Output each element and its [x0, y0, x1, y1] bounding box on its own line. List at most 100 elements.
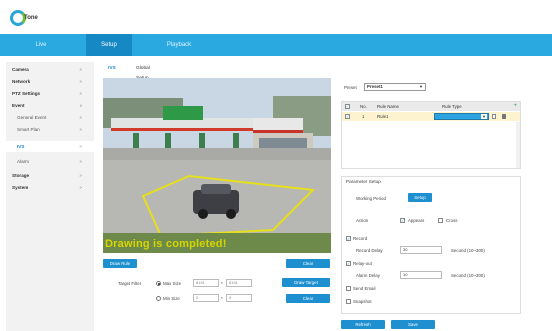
cross-label: Cross — [446, 218, 458, 223]
record-delay-label: Record Delay — [356, 248, 383, 253]
chevron-right-icon: > — [79, 144, 82, 149]
relay-out-label: Relay-out — [353, 261, 372, 266]
logo: Tone — [10, 8, 46, 28]
sidebar-item-system[interactable]: System > — [6, 182, 94, 193]
alarm-delay-unit: Second (10~300) — [451, 273, 485, 278]
min-width-input[interactable]: 0 — [193, 294, 219, 302]
snapshot-checkbox[interactable] — [346, 299, 351, 304]
header: Tone — [0, 0, 552, 34]
col-no: No. — [360, 104, 367, 109]
send-email-label: Send Email — [353, 286, 376, 291]
sidebar-item-ivs[interactable]: IVS > — [6, 141, 94, 152]
min-size-label: Min Size — [163, 296, 180, 301]
sidebar-item-label: Storage — [12, 173, 30, 178]
chevron-down-icon: ▼ — [419, 84, 423, 89]
delete-rule-icon[interactable] — [502, 114, 506, 119]
working-period-label: Working Period — [356, 196, 386, 201]
refresh-button[interactable]: Refresh — [341, 320, 385, 329]
max-size-label: Max Size — [163, 281, 182, 286]
sidebar-item-label: Network — [12, 79, 31, 84]
select-all-checkbox[interactable]: ✓ — [345, 104, 350, 109]
sidebar-item-label: System — [12, 185, 29, 190]
draw-target-button[interactable]: Draw Target — [282, 278, 330, 287]
rule-enable-checkbox[interactable]: ✓ — [345, 114, 350, 119]
size-separator: * — [221, 281, 223, 286]
preset-value: Preset1 — [367, 84, 383, 89]
sidebar-item-storage[interactable]: Storage > — [6, 170, 94, 181]
rule-table: ✓ No. Rule Name Rule Type + ✓ 1 Rule1 ▼ — [341, 101, 521, 169]
rule-name: Rule1 — [377, 114, 389, 119]
table-row[interactable]: ✓ 1 Rule1 — [342, 112, 520, 121]
snapshot-label: Snapshot — [353, 299, 372, 304]
sidebar-item-label: Smart Plan — [17, 127, 40, 132]
chevron-right-icon: > — [79, 185, 82, 190]
clear-rule-button[interactable]: Clear — [286, 259, 330, 268]
sidebar-item-general-event[interactable]: General Event > — [6, 112, 94, 123]
rule-table-header: ✓ No. Rule Name Rule Type + — [342, 102, 520, 111]
max-size-radio[interactable] — [156, 281, 161, 286]
period-setup-button[interactable]: Setup — [408, 193, 432, 202]
sidebar-item-network[interactable]: Network > — [6, 76, 94, 87]
tab-global-setup[interactable]: Global Setup — [136, 64, 150, 81]
rule-no: 1 — [362, 114, 365, 119]
col-rule-type: Rule Type — [442, 104, 462, 109]
sidebar: Camera > Network > PTZ Settings > Event v Ge… — [6, 62, 94, 331]
chevron-right-icon: > — [79, 67, 82, 72]
sidebar-item-alarm[interactable]: Alarm > — [6, 156, 94, 167]
min-height-input[interactable]: 0 — [226, 294, 252, 302]
rule-type-select[interactable]: ▼ — [434, 113, 489, 120]
sidebar-item-ptz-settings[interactable]: PTZ Settings > — [6, 88, 94, 99]
tab-playback[interactable]: Playback — [156, 34, 202, 56]
appears-checkbox[interactable]: ✓ — [400, 218, 405, 223]
sidebar-item-label: Camera — [12, 67, 29, 72]
preset-select[interactable]: Preset1 ▼ — [364, 83, 426, 91]
action-label: Action — [356, 218, 369, 223]
col-rule-name: Rule Name — [377, 104, 399, 109]
chevron-down-icon: v — [79, 103, 82, 108]
target-filter-label: Target Filter — [118, 281, 142, 286]
top-nav: Live Setup Playback — [0, 34, 552, 56]
min-size-radio[interactable] — [156, 296, 161, 301]
draw-rule-button[interactable]: Draw Rule — [103, 259, 137, 268]
record-checkbox[interactable]: ✓ — [346, 236, 351, 241]
video-preview[interactable]: Drawing is completed! — [103, 78, 331, 253]
chevron-right-icon: > — [79, 173, 82, 178]
sidebar-item-label: PTZ Settings — [12, 91, 41, 96]
chevron-down-icon: ▼ — [481, 114, 487, 119]
chevron-right-icon: > — [79, 91, 82, 96]
preset-label: Preset — [344, 85, 357, 90]
tab-live[interactable]: Live — [20, 34, 62, 56]
alarm-delay-input[interactable]: 10 — [400, 271, 442, 279]
relay-out-checkbox[interactable]: ✓ — [346, 261, 351, 266]
save-button[interactable]: Save — [391, 320, 435, 329]
drawing-status-overlay: Drawing is completed! — [105, 238, 227, 250]
appears-label: Appears — [408, 218, 425, 223]
chevron-right-icon: > — [79, 127, 82, 132]
chevron-right-icon: > — [79, 159, 82, 164]
sidebar-item-camera[interactable]: Camera > — [6, 64, 94, 75]
max-width-input[interactable]: 8191 — [193, 279, 219, 287]
max-height-input[interactable]: 8191 — [226, 279, 252, 287]
logo-text: Tone — [24, 15, 38, 21]
edit-rule-icon[interactable] — [492, 114, 496, 119]
sidebar-item-event[interactable]: Event v — [6, 100, 94, 111]
sidebar-item-label: General Event — [17, 115, 47, 120]
sidebar-item-label: IVS — [17, 144, 25, 149]
sidebar-item-label: Alarm — [17, 159, 29, 164]
table-scrollbar[interactable] — [516, 122, 520, 168]
tab-setup[interactable]: Setup — [86, 34, 132, 56]
size-separator: * — [221, 296, 223, 301]
cross-checkbox[interactable] — [438, 218, 443, 223]
send-email-checkbox[interactable] — [346, 286, 351, 291]
record-delay-unit: Second (10~300) — [451, 248, 485, 253]
parameter-setup-panel: Parameter Setup Working Period Setup Act… — [341, 176, 521, 314]
clear-target-button[interactable]: Clear — [286, 294, 330, 303]
scene-image — [103, 78, 331, 253]
sidebar-item-smart-plan[interactable]: Smart Plan > — [6, 124, 94, 135]
alarm-delay-label: Alarm Delay — [356, 273, 380, 278]
record-delay-input[interactable]: 30 — [400, 246, 442, 254]
chevron-right-icon: > — [79, 79, 82, 84]
add-rule-icon[interactable]: + — [513, 102, 517, 111]
tab-ivs[interactable]: IVS — [108, 64, 116, 74]
record-label: Record — [353, 236, 368, 241]
